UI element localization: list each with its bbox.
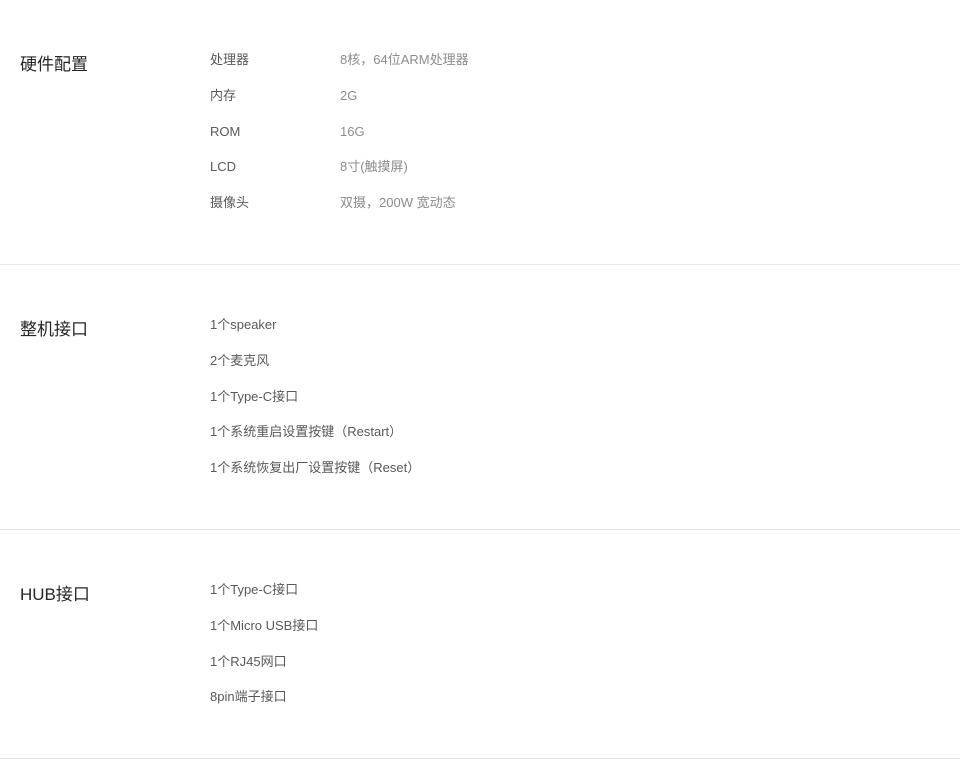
list-item: 1个Type-C接口 xyxy=(210,580,940,601)
list-item: 1个系统恢复出厂设置按键（Reset） xyxy=(210,458,940,479)
spec-row: 摄像头 双摄，200W 宽动态 xyxy=(210,193,940,214)
spec-label: 处理器 xyxy=(210,50,340,71)
list-item: 2个麦克风 xyxy=(210,351,940,372)
section-content-hardware: 处理器 8核，64位ARM处理器 内存 2G ROM 16G LCD 8寸(触摸… xyxy=(210,50,940,214)
spec-row: LCD 8寸(触摸屏) xyxy=(210,157,940,178)
spec-value: 8寸(触摸屏) xyxy=(340,157,408,178)
spec-value: 2G xyxy=(340,86,357,107)
spec-row: 处理器 8核，64位ARM处理器 xyxy=(210,50,940,71)
spec-value: 8核，64位ARM处理器 xyxy=(340,50,469,71)
spec-value: 16G xyxy=(340,122,365,143)
spec-row: ROM 16G xyxy=(210,122,940,143)
list-item: 8pin端子接口 xyxy=(210,687,940,708)
section-title-hub-ports: HUB接口 xyxy=(20,580,210,708)
list-item: 1个speaker xyxy=(210,315,940,336)
list-item: 1个系统重启设置按键（Restart） xyxy=(210,422,940,443)
spec-row: 内存 2G xyxy=(210,86,940,107)
section-content-hub-ports: 1个Type-C接口 1个Micro USB接口 1个RJ45网口 8pin端子… xyxy=(210,580,940,708)
list-item: 1个Type-C接口 xyxy=(210,387,940,408)
section-title-hardware: 硬件配置 xyxy=(20,50,210,214)
section-hub-ports: HUB接口 1个Type-C接口 1个Micro USB接口 1个RJ45网口 … xyxy=(0,530,960,759)
list-item: 1个Micro USB接口 xyxy=(210,616,940,637)
section-machine-ports: 整机接口 1个speaker 2个麦克风 1个Type-C接口 1个系统重启设置… xyxy=(0,265,960,530)
spec-value: 双摄，200W 宽动态 xyxy=(340,193,456,214)
spec-label: LCD xyxy=(210,157,340,178)
section-content-machine-ports: 1个speaker 2个麦克风 1个Type-C接口 1个系统重启设置按键（Re… xyxy=(210,315,940,479)
spec-label: ROM xyxy=(210,122,340,143)
spec-label: 摄像头 xyxy=(210,193,340,214)
list-item: 1个RJ45网口 xyxy=(210,652,940,673)
section-hardware: 硬件配置 处理器 8核，64位ARM处理器 内存 2G ROM 16G LCD … xyxy=(0,0,960,265)
section-title-machine-ports: 整机接口 xyxy=(20,315,210,479)
spec-label: 内存 xyxy=(210,86,340,107)
